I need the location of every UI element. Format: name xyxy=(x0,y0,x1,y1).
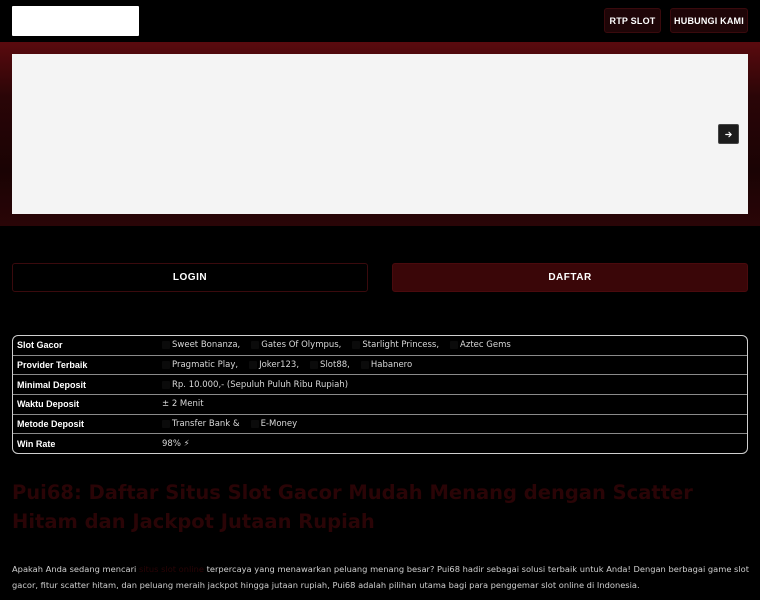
row-label: Provider Terbaik xyxy=(17,360,88,371)
list-item: Transfer Bank & xyxy=(162,419,240,429)
list-item: Aztec Gems xyxy=(450,340,511,350)
bank-icon xyxy=(162,420,170,429)
list-item: Gates Of Olympus, xyxy=(251,340,341,350)
table-row: Provider Terbaik Pragmatic Play, Joker12… xyxy=(13,356,747,376)
list-item: Starlight Princess, xyxy=(352,340,439,350)
row-value: ± 2 Menit xyxy=(162,399,208,409)
row-value: Sweet Bonanza, Gates Of Olympus, Starlig… xyxy=(162,340,522,350)
list-item: Joker123, xyxy=(249,360,299,370)
list-item: Pragmatic Play, xyxy=(162,360,238,370)
game-thumb-icon xyxy=(352,341,361,350)
list-item: Rp. 10.000,- (Sepuluh Puluh Ribu Rupiah) xyxy=(162,380,348,390)
provider-logo-icon xyxy=(162,361,170,370)
provider-logo-icon xyxy=(249,361,258,370)
daftar-button[interactable]: DAFTAR xyxy=(392,263,748,292)
info-table: Slot Gacor Sweet Bonanza, Gates Of Olymp… xyxy=(12,335,748,454)
site-logo[interactable] xyxy=(12,6,139,36)
nav-rtp-slot-button[interactable]: RTP SLOT xyxy=(604,8,661,33)
slider-next-button[interactable] xyxy=(718,124,739,144)
provider-logo-icon xyxy=(310,361,319,370)
table-row: Slot Gacor Sweet Bonanza, Gates Of Olymp… xyxy=(13,336,747,356)
table-row: Metode Deposit Transfer Bank & E-Money xyxy=(13,415,747,435)
intro-paragraph: Apakah Anda sedang mencari situs slot on… xyxy=(12,561,752,593)
row-value: Transfer Bank & E-Money xyxy=(162,419,308,429)
banner-slide[interactable] xyxy=(12,54,748,214)
row-label: Metode Deposit xyxy=(17,419,85,430)
provider-logo-icon xyxy=(360,361,369,370)
row-value: Pragmatic Play, Joker123, Slot88, Habane… xyxy=(162,360,423,370)
row-label: Minimal Deposit xyxy=(17,379,87,390)
win-rate-value: 98% ⚡ xyxy=(162,439,190,450)
row-value: Rp. 10.000,- (Sepuluh Puluh Ribu Rupiah) xyxy=(162,380,359,390)
row-label: Win Rate xyxy=(17,439,56,450)
row-label: Waktu Deposit xyxy=(17,399,80,410)
list-item: Habanero xyxy=(360,360,412,370)
game-thumb-icon xyxy=(450,341,459,350)
money-icon xyxy=(162,380,170,389)
list-item: Sweet Bonanza, xyxy=(162,340,240,350)
table-row: Minimal Deposit Rp. 10.000,- (Sepuluh Pu… xyxy=(13,375,747,396)
site-header: RTP SLOT HUBUNGI KAMI xyxy=(0,0,760,42)
nav-hubungi-kami-button[interactable]: HUBUNGI KAMI xyxy=(670,8,748,33)
table-row: Win Rate 98% ⚡ xyxy=(13,434,747,453)
chevron-right-icon xyxy=(725,131,732,137)
intro-text: Apakah Anda sedang mencari xyxy=(12,564,139,574)
list-item: Slot88, xyxy=(310,360,350,370)
game-thumb-icon xyxy=(162,341,170,350)
row-label: Slot Gacor xyxy=(17,340,63,351)
login-button[interactable]: LOGIN xyxy=(12,263,368,292)
wallet-icon xyxy=(250,420,259,429)
row-value: 98% ⚡ xyxy=(162,439,194,449)
game-thumb-icon xyxy=(251,341,260,350)
table-row: Waktu Deposit ± 2 Menit xyxy=(13,395,747,415)
list-item: E-Money xyxy=(250,419,297,429)
page-title: Pui68: Daftar Situs Slot Gacor Mudah Men… xyxy=(12,481,693,533)
situs-slot-online-link[interactable]: situs slot online xyxy=(139,564,204,574)
deposit-time-value: ± 2 Menit xyxy=(162,399,204,410)
